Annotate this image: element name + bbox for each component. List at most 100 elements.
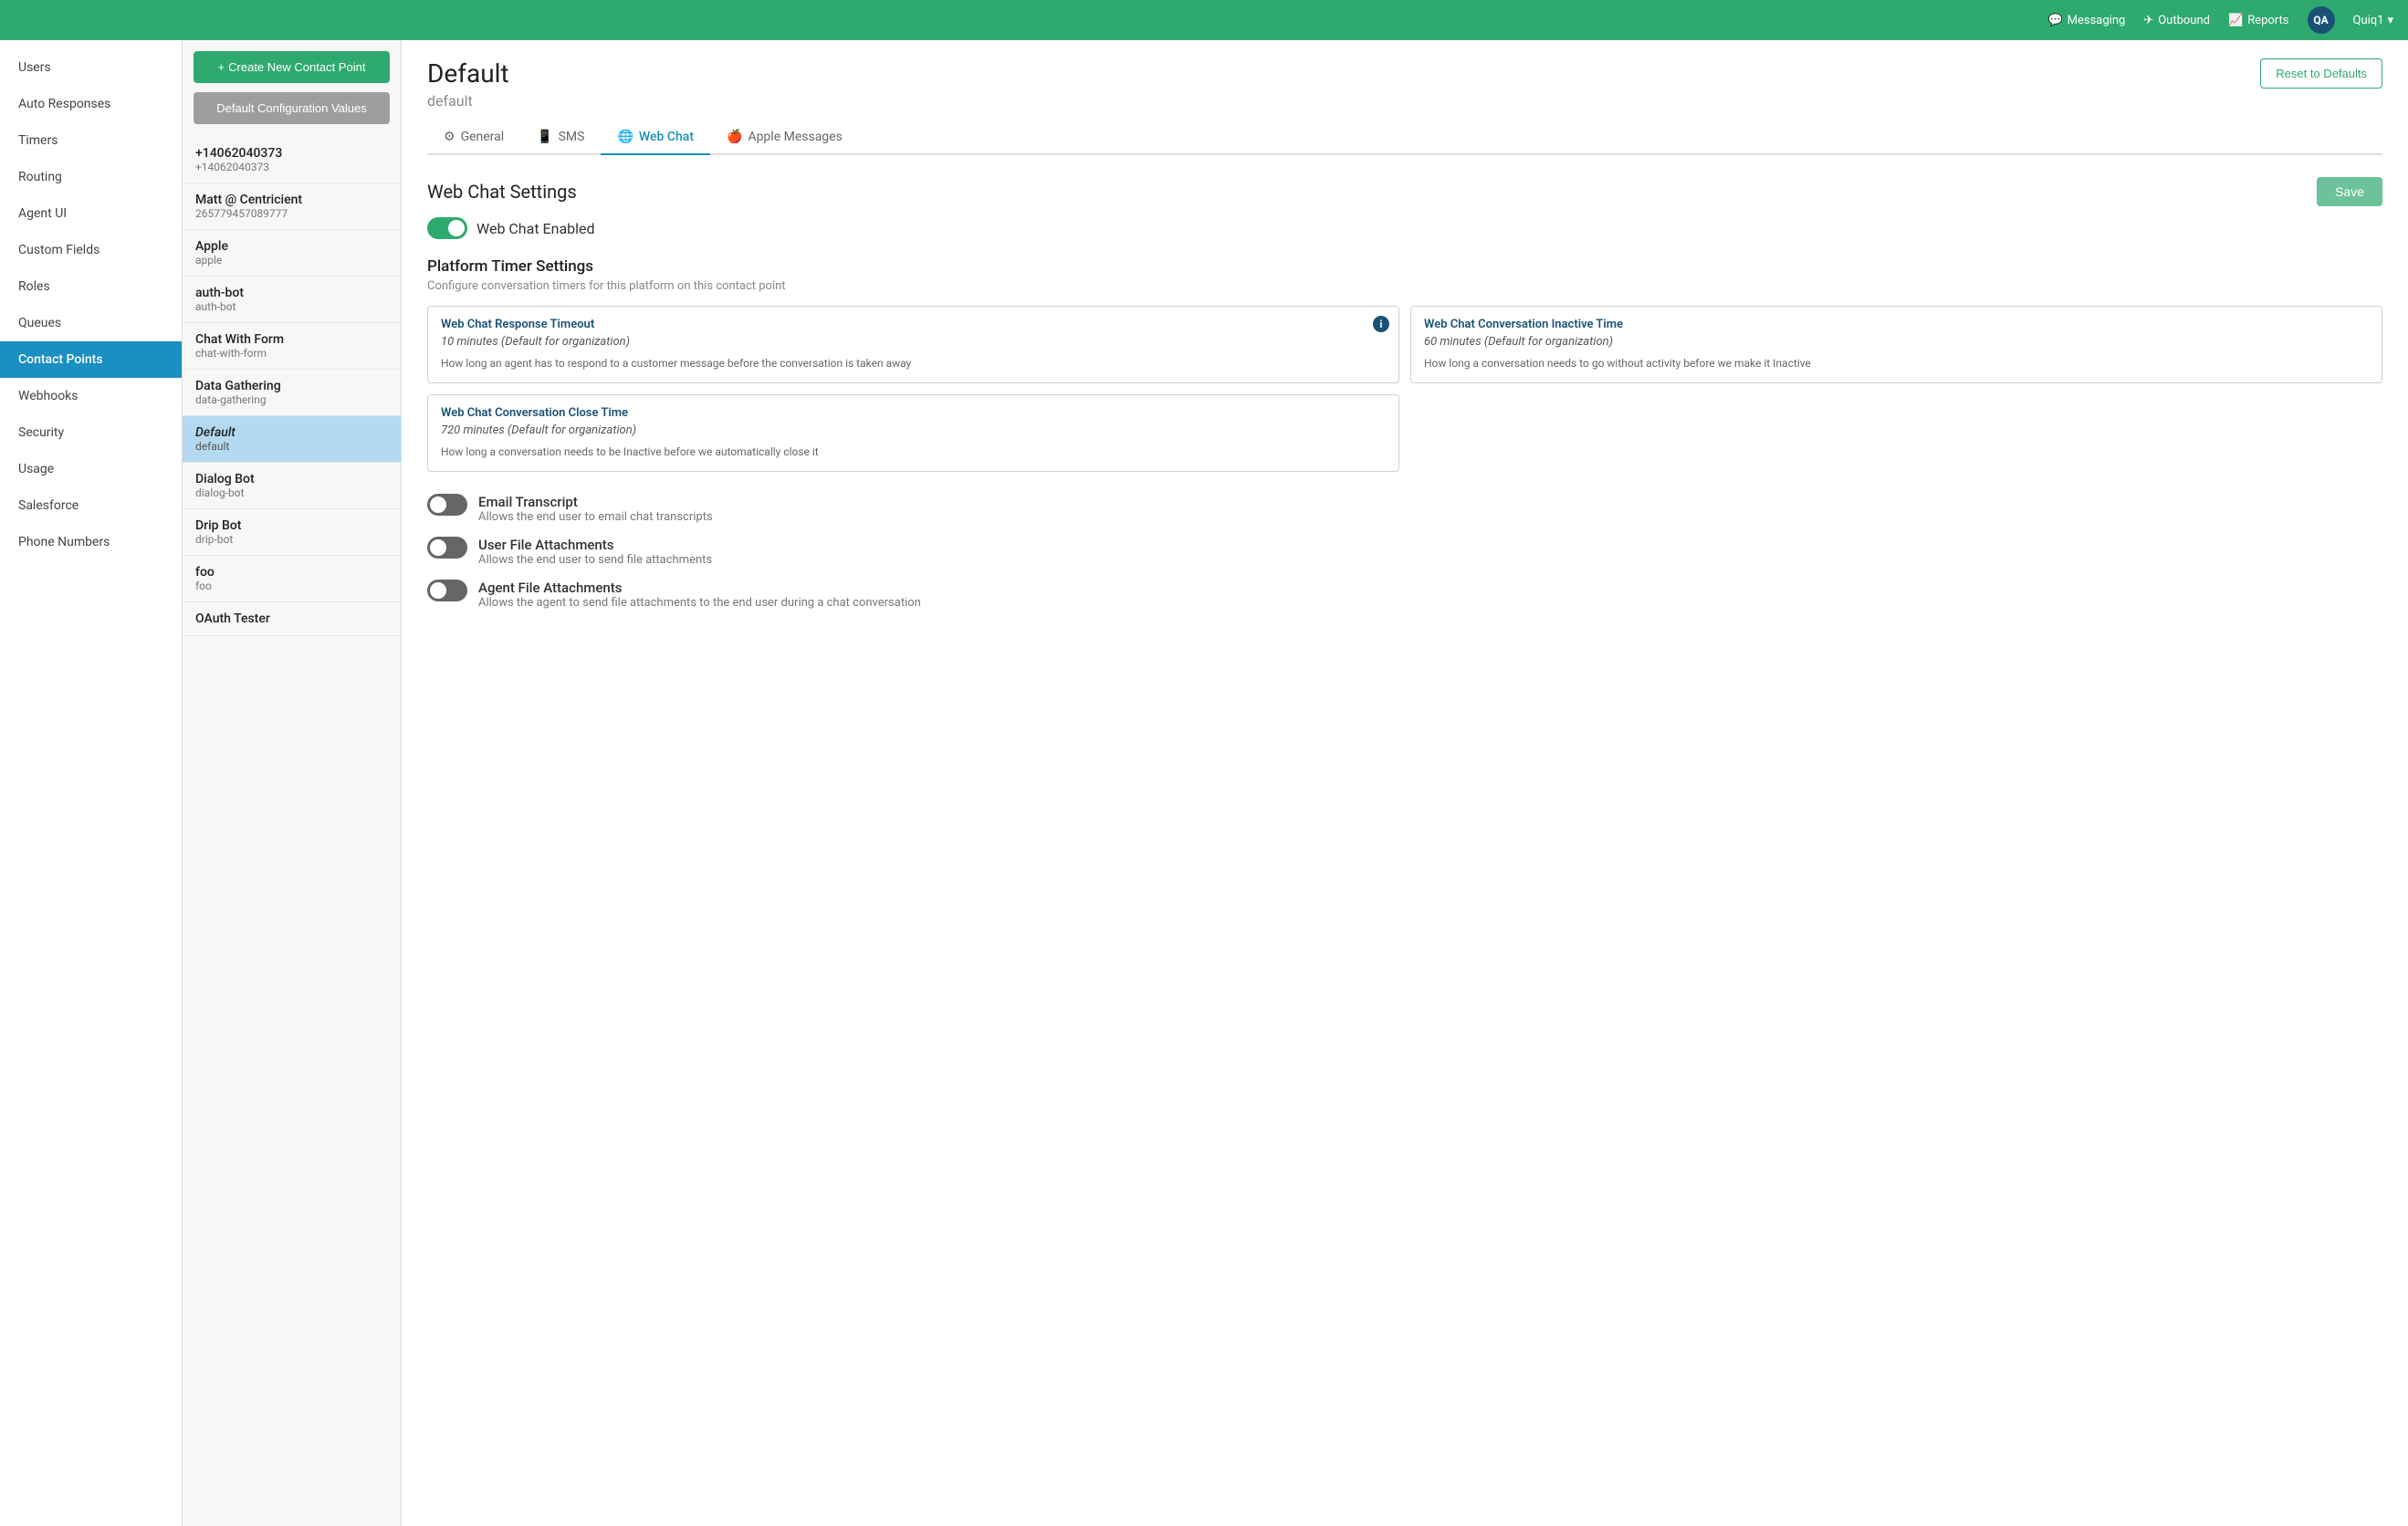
contact-list-item-drip-bot[interactable]: Drip Bot drip-bot <box>183 509 401 556</box>
tab-label: SMS <box>559 130 585 144</box>
title-block: Default default <box>427 58 509 110</box>
contact-list-item-matt[interactable]: Matt @ Centricient 265779457089777 <box>183 183 401 230</box>
sidebar-item-queues[interactable]: Queues <box>0 305 182 341</box>
sidebar-item-auto-responses[interactable]: Auto Responses <box>0 86 182 122</box>
contact-list-item-data-gathering[interactable]: Data Gathering data-gathering <box>183 370 401 416</box>
contact-list-item-auth-bot[interactable]: auth-bot auth-bot <box>183 277 401 323</box>
agent-file-attachments-text: Agent File Attachments Allows the agent … <box>478 580 921 610</box>
sidebar-item-usage[interactable]: Usage <box>0 451 182 487</box>
timer-card-value: 60 minutes (Default for organization) <box>1424 335 2369 349</box>
timer-card-value: 720 minutes (Default for organization) <box>441 423 1386 437</box>
create-contact-point-label: Create New Contact Point <box>228 60 365 74</box>
sidebar-item-webhooks[interactable]: Webhooks <box>0 378 182 414</box>
tab-webchat[interactable]: 🌐 Web Chat <box>601 120 710 155</box>
timer-card-title: Web Chat Conversation Inactive Time <box>1424 318 2369 331</box>
web-chat-enabled-label: Web Chat Enabled <box>476 220 595 237</box>
contact-list-item-chat-with-form[interactable]: Chat With Form chat-with-form <box>183 323 401 370</box>
agent-file-attachments-label: Agent File Attachments <box>478 580 921 596</box>
reports-nav[interactable]: 📈 Reports <box>2228 14 2289 27</box>
outbound-label: Outbound <box>2158 14 2210 27</box>
sidebar-item-security[interactable]: Security <box>0 414 182 451</box>
section-header: Web Chat Settings Save <box>427 177 2382 206</box>
contact-sub: apple <box>195 254 388 267</box>
sidebar-item-users[interactable]: Users <box>0 49 182 86</box>
sidebar-item-salesforce[interactable]: Salesforce <box>0 487 182 524</box>
user-name[interactable]: Quiq1 ▾ <box>2353 14 2394 27</box>
chevron-down-icon: ▾ <box>2387 14 2393 27</box>
email-transcript-desc: Allows the end user to email chat transc… <box>478 510 713 524</box>
contact-name: Default <box>195 425 388 440</box>
email-transcript-toggle[interactable] <box>427 494 467 516</box>
timer-card-desc: How long a conversation needs to be Inac… <box>441 444 1386 460</box>
tab-sms[interactable]: 📱 SMS <box>520 120 601 155</box>
layout: UsersAuto ResponsesTimersRoutingAgent UI… <box>0 40 2408 1526</box>
page-subtitle: default <box>427 92 509 110</box>
message-icon: 💬 <box>2047 14 2062 27</box>
contact-name: Data Gathering <box>195 379 388 393</box>
apple-icon: 🍎 <box>727 130 742 144</box>
sms-icon: 📱 <box>537 130 552 144</box>
sidebar-item-roles[interactable]: Roles <box>0 268 182 305</box>
contact-list-item-apple[interactable]: Apple apple <box>183 230 401 277</box>
web-chat-enabled-row: Web Chat Enabled <box>427 217 2382 239</box>
timer-card-title: Web Chat Conversation Close Time <box>441 406 1386 420</box>
messaging-nav[interactable]: 💬 Messaging <box>2047 14 2125 27</box>
timer-card-value: 10 minutes (Default for organization) <box>441 335 1386 349</box>
plus-icon: + <box>218 60 225 74</box>
user-file-attachments-toggle[interactable] <box>427 537 467 559</box>
sidebar-item-custom-fields[interactable]: Custom Fields <box>0 232 182 268</box>
timer-card-title: Web Chat Response Timeout <box>441 318 1386 331</box>
sidebar-item-phone-numbers[interactable]: Phone Numbers <box>0 524 182 560</box>
contact-list-item-oauth-tester[interactable]: OAuth Tester <box>183 602 401 636</box>
email-transcript-text: Email Transcript Allows the end user to … <box>478 494 713 524</box>
tab-apple-messages[interactable]: 🍎 Apple Messages <box>710 120 859 155</box>
save-button[interactable]: Save <box>2317 177 2382 206</box>
contact-name: Apple <box>195 239 388 254</box>
platform-timer-section: Platform Timer Settings Configure conver… <box>427 257 2382 472</box>
sidebar-item-contact-points[interactable]: Contact Points <box>0 341 182 378</box>
contact-name: Chat With Form <box>195 332 388 347</box>
reset-to-defaults-button[interactable]: Reset to Defaults <box>2260 58 2382 89</box>
outbound-icon: ✈ <box>2143 14 2153 27</box>
tab-label: General <box>461 130 505 144</box>
timer-card-response-timeout[interactable]: Web Chat Response Timeout 10 minutes (De… <box>427 306 1399 383</box>
feature-toggle-email-transcript: Email Transcript Allows the end user to … <box>427 494 2382 524</box>
timer-card-close-time[interactable]: Web Chat Conversation Close Time 720 min… <box>427 394 1399 472</box>
default-config-button[interactable]: Default Configuration Values <box>194 92 390 124</box>
contact-name: auth-bot <box>195 286 388 300</box>
main-header: Default default Reset to Defaults <box>427 58 2382 110</box>
contact-list-item-phone1[interactable]: +14062040373 +14062040373 <box>183 137 401 183</box>
contact-sub: chat-with-form <box>195 347 388 360</box>
timer-card-desc: How long a conversation needs to go with… <box>1424 356 2369 371</box>
contact-name: Matt @ Centricient <box>195 193 388 207</box>
contact-sub: dialog-bot <box>195 486 388 499</box>
tab-label: Apple Messages <box>748 130 842 144</box>
page-title: Default <box>427 58 509 89</box>
web-chat-settings: Web Chat Settings Save Web Chat Enabled … <box>427 177 2382 610</box>
tab-general[interactable]: ⚙ General <box>427 120 520 155</box>
contact-sub: 265779457089777 <box>195 207 388 220</box>
timer-card-inactive-time[interactable]: Web Chat Conversation Inactive Time 60 m… <box>1410 306 2382 383</box>
sidebar-item-routing[interactable]: Routing <box>0 159 182 195</box>
timer-card-desc: How long an agent has to respond to a cu… <box>441 356 1386 371</box>
web-chat-enabled-toggle[interactable] <box>427 217 467 239</box>
contact-name: Drip Bot <box>195 518 388 533</box>
webchat-icon: 🌐 <box>617 130 633 144</box>
agent-file-attachments-toggle[interactable] <box>427 580 467 601</box>
gear-icon: ⚙ <box>444 130 455 144</box>
platform-timer-desc: Configure conversation timers for this p… <box>427 279 2382 293</box>
contact-list-item-foo[interactable]: foo foo <box>183 556 401 602</box>
info-icon[interactable]: i <box>1373 316 1389 332</box>
contact-list-item-dialog-bot[interactable]: Dialog Bot dialog-bot <box>183 463 401 509</box>
tab-label: Web Chat <box>639 130 694 144</box>
contact-list-item-default[interactable]: Default default <box>183 416 401 463</box>
outbound-nav[interactable]: ✈ Outbound <box>2143 14 2210 27</box>
toggle-slider <box>427 217 467 239</box>
sidebar-item-timers[interactable]: Timers <box>0 122 182 159</box>
toggle-slider <box>427 494 467 516</box>
default-config-label: Default Configuration Values <box>216 101 367 115</box>
feature-toggle-agent-file-attachments: Agent File Attachments Allows the agent … <box>427 580 2382 610</box>
create-contact-point-button[interactable]: + Create New Contact Point <box>194 51 390 83</box>
avatar[interactable]: QA <box>2308 6 2335 34</box>
sidebar-item-agent-ui[interactable]: Agent UI <box>0 195 182 232</box>
